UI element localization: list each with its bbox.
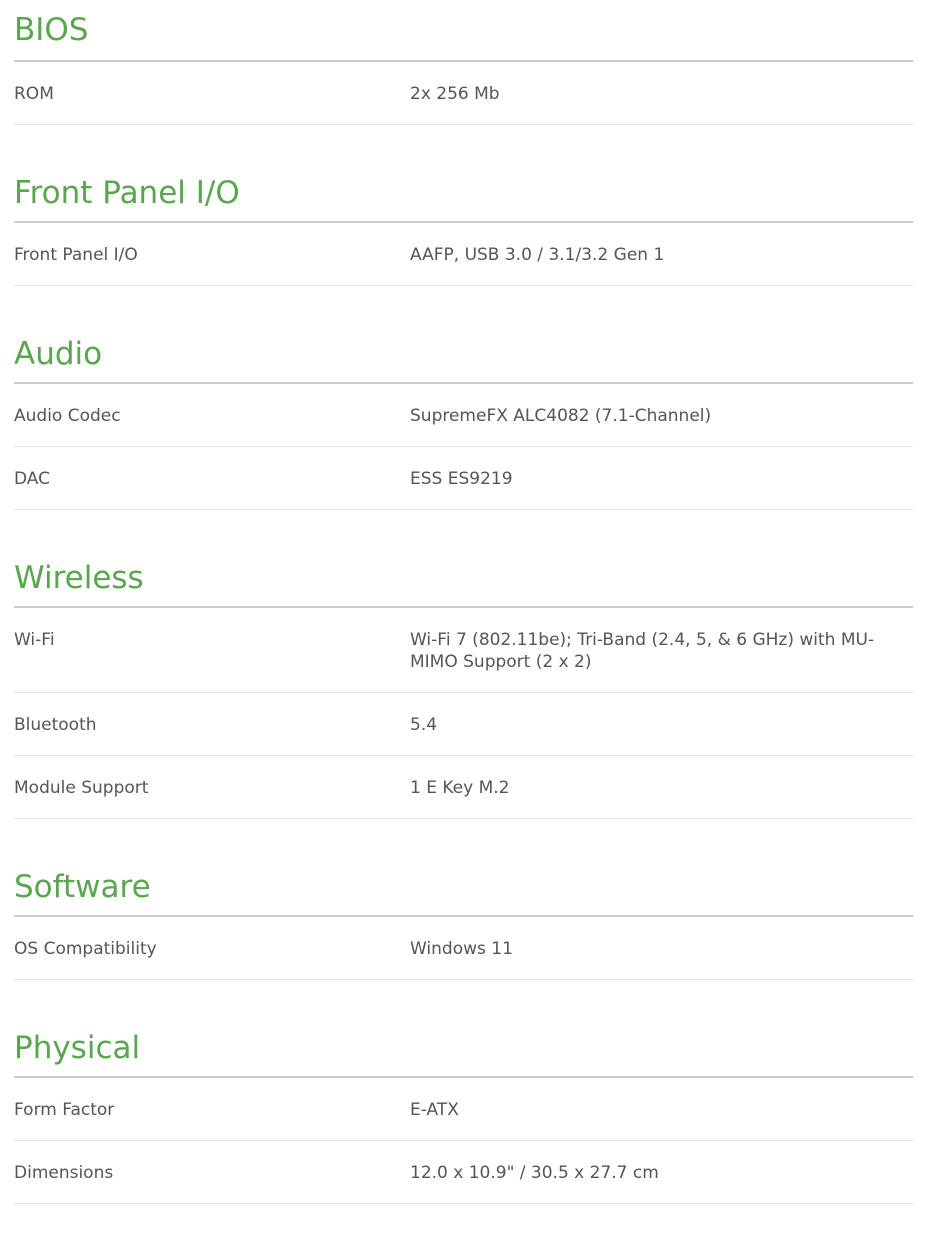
section-title-physical: Physical (14, 1030, 141, 1066)
spec-label: DAC (14, 469, 50, 489)
section-heading: Physical (14, 1018, 913, 1078)
spec-row-bluetooth: Bluetooth 5.4 (14, 693, 913, 756)
section-title-front-panel-io: Front Panel I/O (14, 175, 240, 211)
spec-label: Form Factor (14, 1100, 115, 1120)
spec-row-rom: ROM 2x 256 Mb (14, 62, 913, 125)
spec-label: ROM (14, 84, 54, 104)
section-heading: BIOS (14, 0, 913, 62)
section-heading: Front Panel I/O (14, 163, 913, 223)
section-title-wireless: Wireless (14, 560, 144, 596)
spec-value: ESS ES9219 (410, 469, 513, 489)
section-wireless: Wireless Wi-Fi Wi-Fi 7 (802.11be); Tri-B… (14, 548, 913, 819)
spec-value: Windows 11 (410, 939, 513, 959)
section-heading: Wireless (14, 548, 913, 608)
section-title-software: Software (14, 869, 151, 905)
spec-label: Front Panel I/O (14, 245, 138, 265)
section-bios: BIOS ROM 2x 256 Mb (14, 0, 913, 125)
section-physical: Physical Form Factor E-ATX Dimensions 12… (14, 1018, 913, 1204)
spec-label: Module Support (14, 778, 149, 798)
section-software: Software OS Compatibility Windows 11 (14, 857, 913, 980)
spec-row-dimensions: Dimensions 12.0 x 10.9" / 30.5 x 27.7 cm (14, 1141, 913, 1204)
section-heading: Audio (14, 324, 913, 384)
spec-value: 2x 256 Mb (410, 84, 500, 104)
spec-row-form-factor: Form Factor E-ATX (14, 1078, 913, 1141)
spec-value: 1 E Key M.2 (410, 778, 510, 798)
spec-label: Audio Codec (14, 406, 121, 426)
spec-label: Wi-Fi (14, 630, 55, 650)
section-audio: Audio Audio Codec SupremeFX ALC4082 (7.1… (14, 324, 913, 510)
spec-label: Bluetooth (14, 715, 97, 735)
spec-row-module-support: Module Support 1 E Key M.2 (14, 756, 913, 819)
section-title-audio: Audio (14, 336, 103, 372)
spec-value: AAFP, USB 3.0 / 3.1/3.2 Gen 1 (410, 245, 665, 265)
section-heading: Software (14, 857, 913, 917)
section-front-panel-io: Front Panel I/O Front Panel I/O AAFP, US… (14, 163, 913, 286)
spec-value: SupremeFX ALC4082 (7.1-Channel) (410, 406, 712, 426)
spec-row-dac: DAC ESS ES9219 (14, 447, 913, 510)
spec-row-wifi: Wi-Fi Wi-Fi 7 (802.11be); Tri-Band (2.4,… (14, 608, 913, 693)
spec-value: 12.0 x 10.9" / 30.5 x 27.7 cm (410, 1163, 659, 1183)
spec-row-audio-codec: Audio Codec SupremeFX ALC4082 (7.1-Chann… (14, 384, 913, 447)
spec-value: Wi-Fi 7 (802.11be); Tri-Band (2.4, 5, & … (410, 630, 875, 672)
section-title-bios: BIOS (14, 12, 89, 48)
spec-label: Dimensions (14, 1163, 114, 1183)
spec-value: E-ATX (410, 1100, 459, 1120)
spec-row-os-compatibility: OS Compatibility Windows 11 (14, 917, 913, 980)
spec-sheet: BIOS ROM 2x 256 Mb Front Panel I/O Front… (0, 0, 913, 1204)
spec-label: OS Compatibility (14, 939, 157, 959)
spec-value: 5.4 (410, 715, 438, 735)
spec-row-front-panel-io: Front Panel I/O AAFP, USB 3.0 / 3.1/3.2 … (14, 223, 913, 286)
